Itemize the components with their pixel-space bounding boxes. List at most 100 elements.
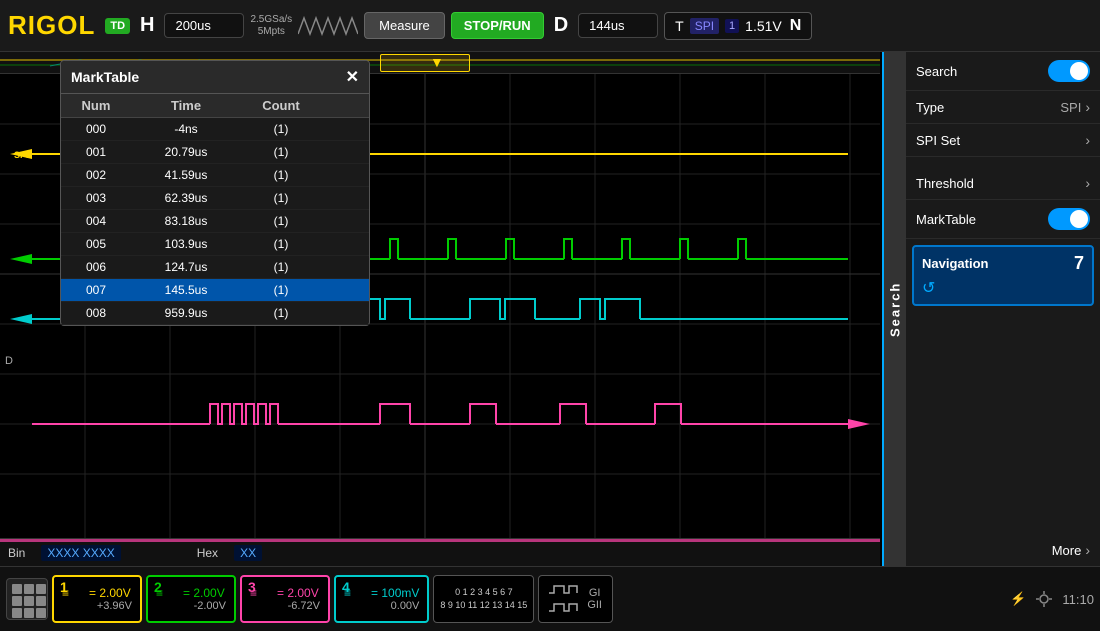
navigation-section: Navigation 7 ↺ [912,245,1094,306]
t-field[interactable]: T SPI 1 1.51V N [664,12,812,40]
ch3-offset: -6.72V [250,600,320,612]
marktable-panel-label: MarkTable [916,212,976,227]
row-count: (1) [241,259,321,275]
ch2-offset: -2.00V [156,600,226,612]
ch2-status[interactable]: 2 ≡ = 2.00V -2.00V [146,575,236,623]
bin-label: Bin [8,546,25,560]
search-sidebar-label: Search [884,52,906,566]
col-num: Num [61,98,131,113]
threshold-chevron-icon: › [1085,175,1090,191]
marktable-toggle[interactable] [1048,208,1090,230]
usb-icon: ⚡ [1010,591,1026,607]
row-count: (1) [241,305,321,321]
spiset-row[interactable]: SPI Set › [906,124,1100,157]
row-time: 20.79us [131,144,241,160]
navigation-number: 7 [1074,253,1084,274]
type-label: Type [916,100,944,115]
td-badge: TD [105,18,130,34]
l-status[interactable]: 0 1 2 3 4 5 6 7 8 9 10 11 12 13 14 15 [433,575,534,623]
stoprun-button[interactable]: STOP/RUN [451,12,544,39]
marktable-row[interactable]: 003 62.39us (1) [61,187,369,210]
ch3-volt: ≡ = 2.00V [250,586,320,600]
grid-button[interactable] [6,578,48,620]
row-time: 83.18us [131,213,241,229]
search-toggle-knob [1070,62,1088,80]
marktable-row[interactable]: 007 145.5us (1) [61,279,369,302]
settings-icon [1034,589,1054,609]
row-time: 103.9us [131,236,241,252]
more-row[interactable]: More › [906,534,1100,566]
row-count: (1) [241,236,321,252]
marktable-row[interactable]: 006 124.7us (1) [61,256,369,279]
spiset-label: SPI Set [916,133,960,148]
gi-status[interactable]: GI GII [538,575,613,623]
search-row: Search [906,52,1100,91]
scroll-indicator[interactable] [380,54,470,72]
row-num: 003 [61,190,131,206]
col-count: Count [241,98,321,113]
ch2-number: 2 [154,579,162,595]
row-num: 004 [61,213,131,229]
l-digits: 0 1 2 3 4 5 6 7 8 9 10 11 12 13 14 15 [440,586,527,613]
gii-label: GII [587,599,602,611]
right-panel-content: Search Type SPI › SPI Set › Threshold › [906,52,1100,566]
decode-bar: Bin XXXX XXXX Hex XX [0,538,880,566]
bin-value: XXXX XXXX [41,545,120,561]
spiset-chevron-icon: › [1085,132,1090,148]
gi-waves [549,583,579,615]
marktable-row[interactable]: 000 -4ns (1) [61,118,369,141]
type-row[interactable]: Type SPI › [906,91,1100,124]
marktable-row[interactable]: 005 103.9us (1) [61,233,369,256]
row-time: 145.5us [131,282,241,298]
d-label: D [554,14,568,37]
timebase-field[interactable]: 200us [164,13,244,38]
row-num: 008 [61,305,131,321]
row-num: 000 [61,121,131,137]
ch1-status[interactable]: 1 ≡ = 2.00V +3.96V [52,575,142,623]
threshold-row[interactable]: Threshold › [906,167,1100,200]
marktable-panel: MarkTable ✕ Num Time Count 000 -4ns (1) … [60,60,370,326]
search-toggle[interactable] [1048,60,1090,82]
time-display: 11:10 [1062,592,1094,607]
row-num: 005 [61,236,131,252]
row-count: (1) [241,282,321,298]
marktable-toggle-knob [1070,210,1088,228]
marktable-columns: Num Time Count [61,94,369,118]
more-chevron-icon: › [1085,542,1090,558]
sample-rate: 2.5GSa/s 5Mpts [250,14,292,38]
marktable-title: MarkTable [71,69,139,85]
marktable-row[interactable]: 001 20.79us (1) [61,141,369,164]
decode-line [0,539,880,542]
navigation-label: Navigation [922,256,988,271]
type-chevron-icon: › [1085,99,1090,115]
marktable-close-button[interactable]: ✕ [346,67,359,87]
marktable-row[interactable]: 004 83.18us (1) [61,210,369,233]
right-panel: Search Search Type SPI › SPI Set › Thres… [882,52,1100,566]
row-time: 62.39us [131,190,241,206]
row-count: (1) [241,167,321,183]
type-value: SPI › [1060,99,1090,115]
row-time: 959.9us [131,305,241,321]
top-bar: RIGOL TD H 200us 2.5GSa/s 5Mpts Measure … [0,0,1100,52]
timebase-value: 200us [175,18,210,33]
navigation-icon[interactable]: ↺ [922,278,935,298]
row-time: 41.59us [131,167,241,183]
row-num: 001 [61,144,131,160]
ch4-number: 4 [342,579,350,595]
navigation-controls: ↺ [922,278,1084,298]
gi-label: GI [589,587,601,599]
marktable-row[interactable]: 002 41.59us (1) [61,164,369,187]
delay-field[interactable]: 144us [578,13,658,38]
row-time: 124.7us [131,259,241,275]
ch4-status[interactable]: 4 ≡ = 100mV 0.00V [334,575,429,623]
more-label: More › [1052,542,1090,558]
n-label: N [790,17,802,35]
trigger-marker: ▼ [430,54,444,70]
gi-wave-icon [549,583,579,597]
measure-button[interactable]: Measure [364,12,445,39]
ch1-volt: ≡ = 2.00V [62,586,132,600]
row-count: (1) [241,190,321,206]
marktable-row[interactable]: 008 959.9us (1) [61,302,369,325]
ch3-status[interactable]: 3 ≡ = 2.00V -6.72V [240,575,330,623]
search-label: Search [916,64,957,79]
